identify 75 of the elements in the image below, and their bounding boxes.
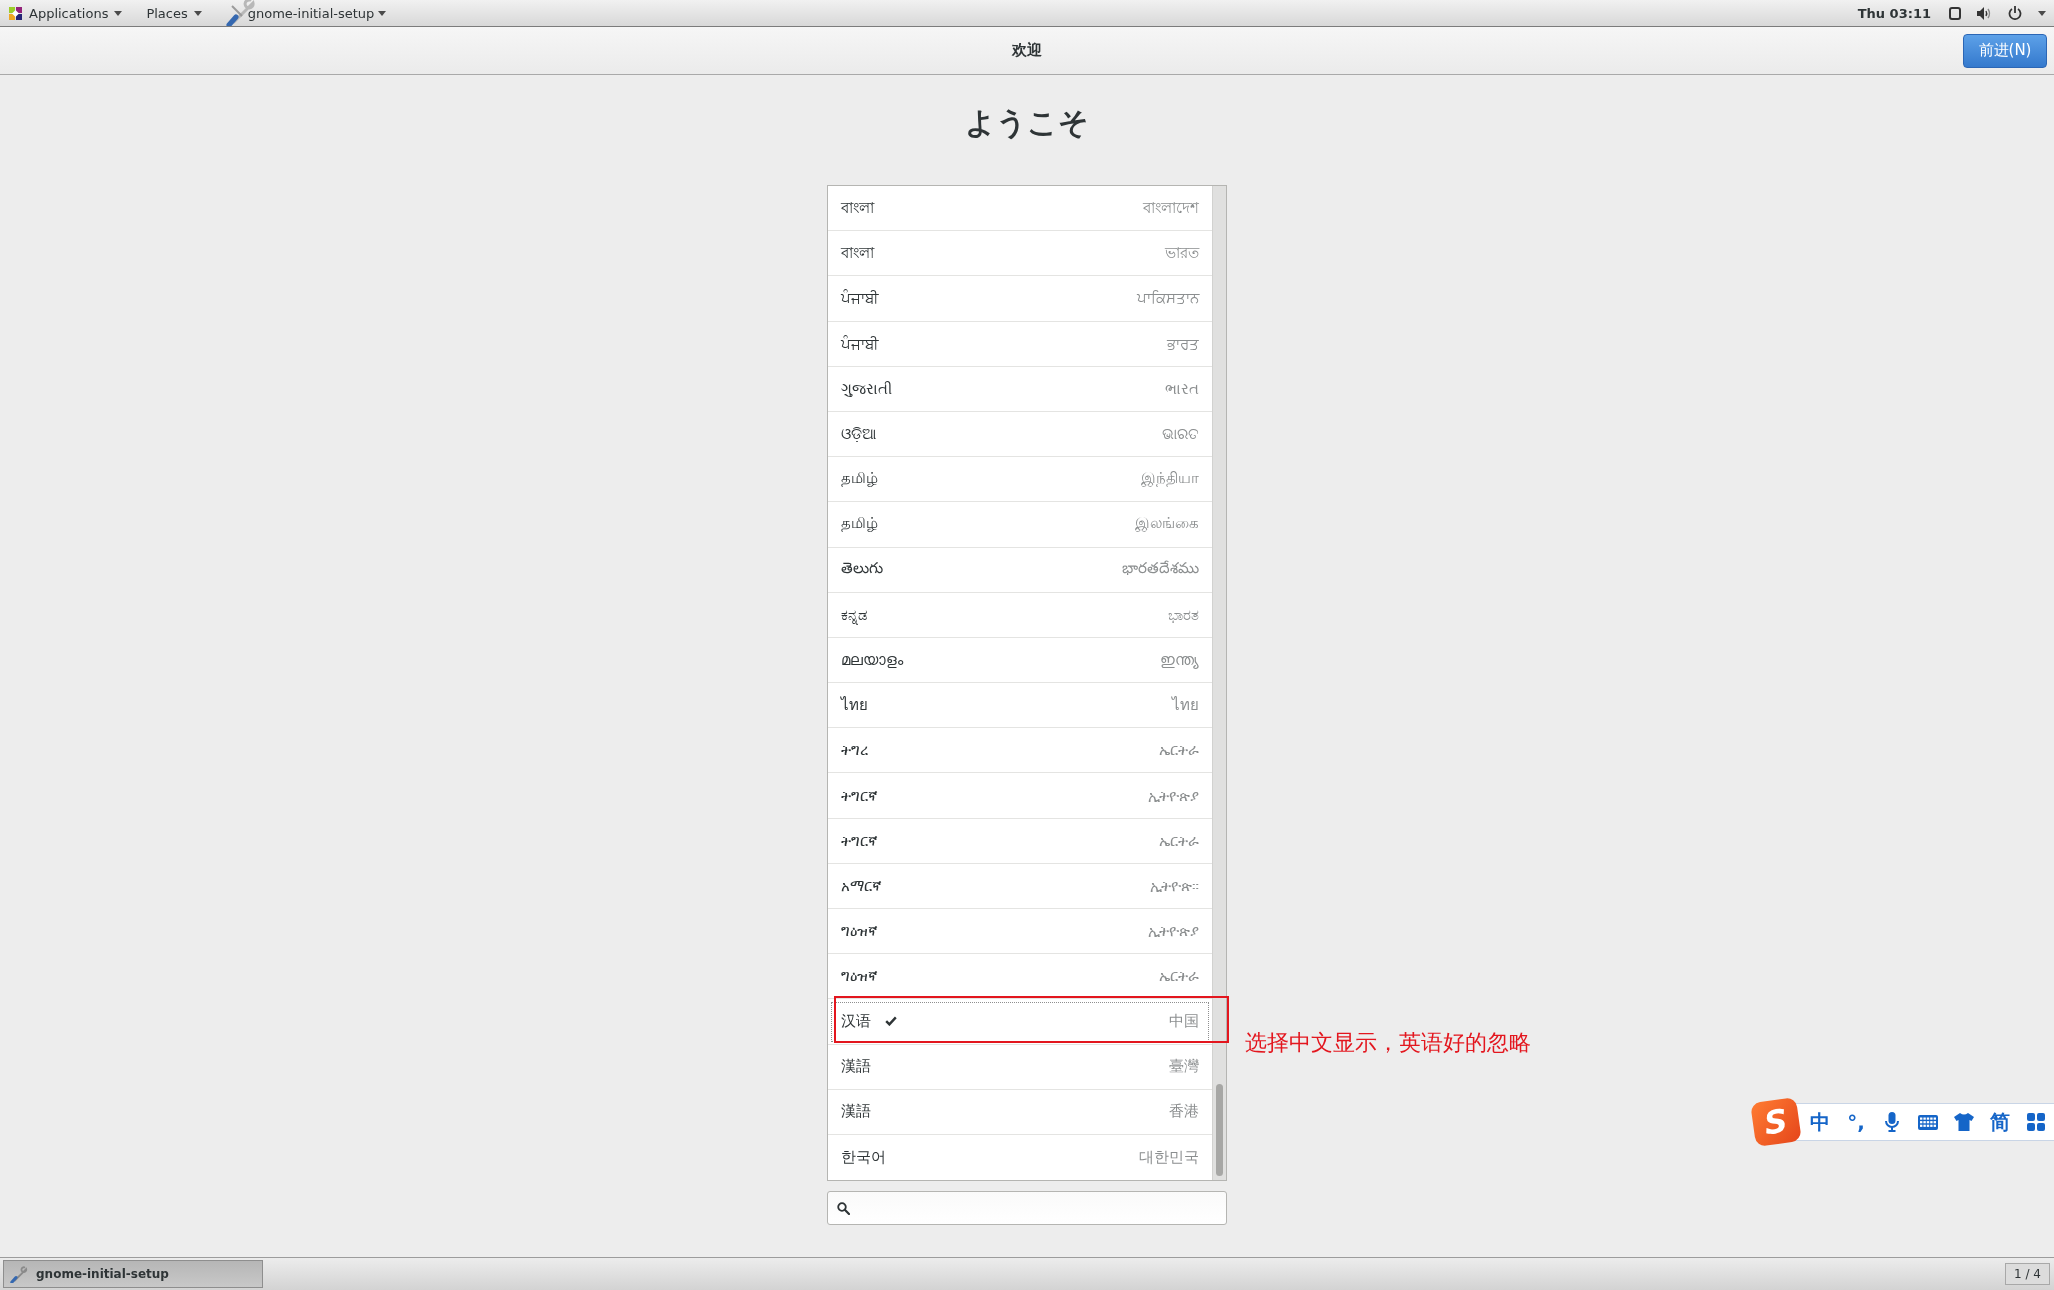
language-name: ትግርኛ: [841, 786, 878, 805]
language-name: ግዕዝኛ: [841, 967, 878, 986]
language-name: తెలుగు: [841, 559, 883, 580]
grid-icon[interactable]: [2027, 1113, 2045, 1131]
region-name: ਪਾਕਿਸਤਾਨ: [1137, 289, 1199, 308]
region-name: ኤርትራ: [1159, 741, 1199, 760]
check-icon: [885, 1016, 897, 1027]
annotation-note: 选择中文显示，英语好的忽略: [1245, 1029, 1531, 1056]
language-name: 漢語: [841, 1057, 871, 1077]
language-name: தமிழ்: [841, 469, 878, 490]
region-name: భారతదేశము: [1122, 559, 1199, 580]
power-icon[interactable]: [2008, 6, 2022, 20]
region-name: ಭಾರತ: [1168, 605, 1199, 624]
workspace-switcher[interactable]: 1 / 4: [2005, 1263, 2050, 1285]
clock[interactable]: Thu 03:11: [1857, 5, 1931, 21]
window-title: 欢迎: [1012, 41, 1042, 60]
places-menu[interactable]: Places: [146, 0, 206, 26]
caret-icon: [378, 10, 387, 16]
language-name: ትግርኛ: [841, 831, 878, 850]
window-icon[interactable]: [1949, 6, 1961, 20]
region-name: இலங்கை: [1135, 514, 1199, 535]
language-name: 漢語: [841, 1102, 871, 1122]
punctuation-toggle[interactable]: °,: [1847, 1110, 1865, 1134]
region-name: ኤርትራ: [1159, 967, 1199, 986]
language-name: தமிழ்: [841, 514, 878, 535]
scrollbar[interactable]: [1212, 186, 1226, 1181]
welcome-heading: ようこそ: [965, 105, 1089, 141]
region-name: 香港: [1169, 1102, 1199, 1122]
language-name: മലയാളം: [841, 650, 903, 669]
applications-menu[interactable]: Applications: [8, 0, 127, 26]
language-name: বাংলা: [841, 197, 874, 219]
language-name: বাংলা: [841, 242, 874, 264]
microphone-icon[interactable]: [1885, 1112, 1899, 1132]
search-field[interactable]: [827, 1191, 1227, 1226]
language-row[interactable]: 汉语 中国: [828, 999, 1212, 1045]
caret-icon: [2038, 10, 2046, 16]
caret-icon: [193, 10, 202, 16]
app-menu[interactable]: gnome-initial-setup: [225, 0, 391, 26]
language-name: ግዕዝኛ: [841, 922, 878, 941]
region-name: ኢትዮጵያ: [1148, 786, 1199, 805]
region-name: 대한민국: [1139, 1148, 1199, 1168]
region-name: ভারত: [1165, 242, 1199, 264]
region-name: 臺灣: [1169, 1057, 1199, 1077]
language-name: ಕನ್ನಡ: [841, 605, 868, 624]
language-name: ਪੰਜਾਬੀ: [841, 289, 879, 308]
scrollbar-thumb[interactable]: [1216, 1084, 1223, 1177]
language-name: ትግረ: [841, 741, 868, 760]
volume-icon[interactable]: [1977, 6, 1992, 20]
language-name: ଓଡ଼ିଆ: [841, 425, 877, 444]
caret-icon: [114, 10, 123, 16]
keyboard-icon[interactable]: [1918, 1114, 1938, 1130]
pinwheel-icon: [8, 5, 23, 21]
region-name: ኢትዮጵ።: [1150, 876, 1199, 895]
language-name: ไทย: [841, 695, 868, 717]
region-name: ኢትዮጵያ: [1148, 922, 1199, 941]
language-name: 한국어: [841, 1148, 886, 1168]
region-name: ભારત: [1165, 379, 1199, 398]
language-name: አማርኛ: [841, 876, 882, 895]
search-icon: [837, 1201, 850, 1215]
shirt-icon[interactable]: [1954, 1113, 1974, 1131]
tools-icon: [10, 1265, 28, 1283]
language-name: 汉语: [841, 1011, 871, 1031]
region-name: ഇന്ത്യ: [1160, 650, 1199, 669]
language-name: ગુજરાતી: [841, 379, 892, 398]
input-mode-toggle[interactable]: 中: [1810, 1108, 1830, 1136]
region-name: ไทย: [1172, 695, 1199, 717]
region-name: ኤርትራ: [1159, 831, 1199, 850]
task-button[interactable]: gnome-initial-setup: [3, 1260, 263, 1288]
region-name: ଭାରତ: [1162, 425, 1199, 444]
region-name: বাংলাদেশ: [1143, 197, 1199, 219]
language-name: ਪੰਜਾਬੀ: [841, 334, 879, 353]
region-name: 中国: [1169, 1011, 1199, 1031]
region-name: ਭਾਰਤ: [1167, 334, 1199, 353]
charset-toggle[interactable]: 简: [1990, 1108, 2010, 1136]
region-name: இந்தியா: [1141, 469, 1199, 490]
